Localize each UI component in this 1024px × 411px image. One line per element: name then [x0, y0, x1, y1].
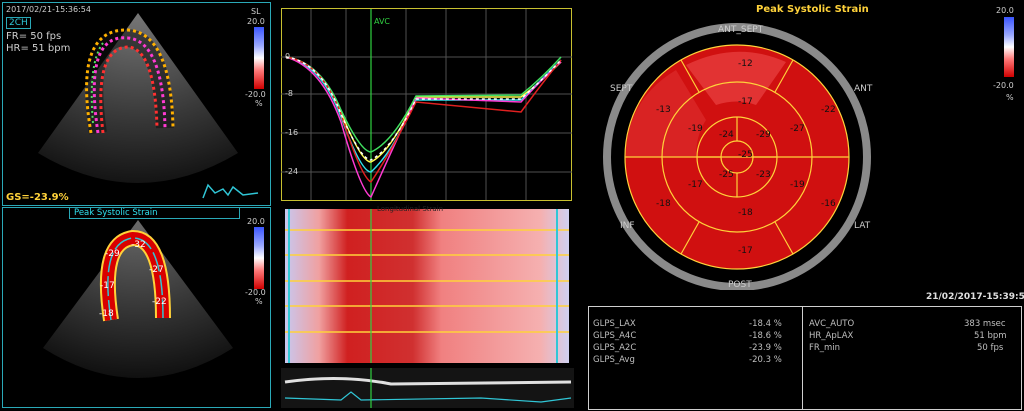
stat-value: -18.4 % — [749, 319, 782, 329]
bullseye-value: -27 — [790, 124, 805, 134]
bullseye-value: -17 — [738, 97, 753, 107]
heatmap-title: Longitudinal Strain — [377, 205, 444, 213]
y-tick-label: -24 — [285, 167, 299, 176]
bullseye-value: -25 — [738, 150, 753, 160]
scale-min-label: -20.0 — [993, 81, 1014, 90]
stat-label: GLPS_A4C — [593, 331, 637, 341]
strain-heatmap — [285, 209, 569, 363]
scale-unit-label: % — [1006, 93, 1014, 102]
stat-label: AVC_AUTO — [809, 319, 855, 329]
scale-max-label: 20.0 — [996, 6, 1014, 15]
bullseye-value: -12 — [738, 59, 753, 69]
heart-rate: HR= 51 bpm — [6, 43, 71, 54]
frame-rate: FR= 50 fps — [6, 31, 62, 42]
echo-2ch-panel: 2017/02/21-15:36:54 2CH FR= 50 fps HR= 5… — [2, 2, 271, 206]
bullseye-value: -17 — [688, 180, 703, 190]
color-scale-bar — [1004, 17, 1014, 77]
bullseye-value: -25 — [719, 170, 734, 180]
stat-label: GLPS_A2C — [593, 343, 637, 353]
segment-label-sept: SEPT — [610, 84, 633, 94]
echo-strain-panel: Peak Systolic Strain -32 -29 -27 -17 -22… — [2, 207, 271, 408]
scale-min-label: -20.0 — [245, 90, 266, 99]
y-tick-label: -16 — [285, 128, 299, 137]
bullseye-value: -19 — [790, 180, 805, 190]
bullseye-value: -24 — [719, 130, 734, 140]
scale-max-label: 20.0 — [247, 217, 265, 226]
bullseye-panel: Peak Systolic Strain ANT_SEPT ANT LAT PO… — [586, 0, 1024, 411]
segment-label-ant: ANT — [854, 84, 873, 94]
strain-analysis-panel: AVC 0 -8 -16 -24 Longitudinal Strain — [281, 2, 574, 408]
stat-value: -20.3 % — [749, 355, 782, 365]
bullseye-plot — [603, 23, 871, 290]
global-strain-value: GS=-23.9% — [6, 192, 69, 203]
segment-label-lat: LAT — [854, 221, 871, 231]
view-mode-badge: 2CH — [6, 17, 31, 29]
ecg-strip — [281, 368, 574, 408]
avc-marker-label: AVC — [374, 17, 391, 26]
segment-label-inf: INF — [620, 221, 635, 231]
segment-value: -17 — [100, 281, 115, 291]
bullseye-value: -19 — [688, 124, 703, 134]
echo-strain-image — [43, 220, 233, 378]
bullseye-value: -18 — [738, 208, 753, 218]
y-tick-label: -8 — [285, 89, 293, 98]
acquisition-timestamp: 2017/02/21-15:36:54 — [6, 5, 91, 14]
bullseye-value: -13 — [656, 105, 671, 115]
bullseye-value: -29 — [756, 130, 771, 140]
color-scale-bar — [254, 227, 264, 289]
scale-unit-label: % — [255, 297, 263, 306]
bullseye-value: -16 — [821, 199, 836, 209]
bullseye-value: -17 — [738, 246, 753, 256]
scale-unit-label: % — [255, 99, 263, 108]
stat-value: 50 fps — [977, 343, 1004, 353]
segment-value: -32 — [131, 240, 146, 250]
stat-label: FR_min — [809, 343, 841, 353]
scale-min-label: -20.0 — [245, 288, 266, 297]
stat-label: GLPS_LAX — [593, 319, 636, 329]
bullseye-value: -23 — [756, 170, 771, 180]
segment-value: -22 — [152, 297, 167, 307]
stat-label: HR_ApLAX — [809, 331, 854, 341]
scale-max-label: 20.0 — [247, 17, 265, 26]
stat-value: 51 bpm — [974, 331, 1007, 341]
scale-tag: SL — [251, 7, 261, 16]
stats-box: GLPS_LAX -18.4 % GLPS_A4C -18.6 % GLPS_A… — [588, 306, 1022, 410]
stat-value: -18.6 % — [749, 331, 782, 341]
stat-value: 383 msec — [964, 319, 1006, 329]
color-scale-bar — [254, 27, 264, 89]
segment-value: -18 — [99, 309, 114, 319]
segment-label-ant-sept: ANT_SEPT — [718, 25, 764, 35]
y-tick-label: 0 — [285, 52, 291, 61]
segment-label-post: POST — [728, 280, 752, 290]
strain-curves-plot — [281, 8, 572, 201]
bullseye-value: -18 — [656, 199, 671, 209]
stat-label: GLPS_Avg — [593, 355, 635, 365]
bullseye-value: -22 — [821, 105, 836, 115]
report-timestamp: 21/02/2017-15:39:59 — [926, 292, 1024, 302]
stat-value: -23.9 % — [749, 343, 782, 353]
segment-value: -29 — [105, 249, 120, 259]
segment-value: -27 — [149, 265, 164, 275]
